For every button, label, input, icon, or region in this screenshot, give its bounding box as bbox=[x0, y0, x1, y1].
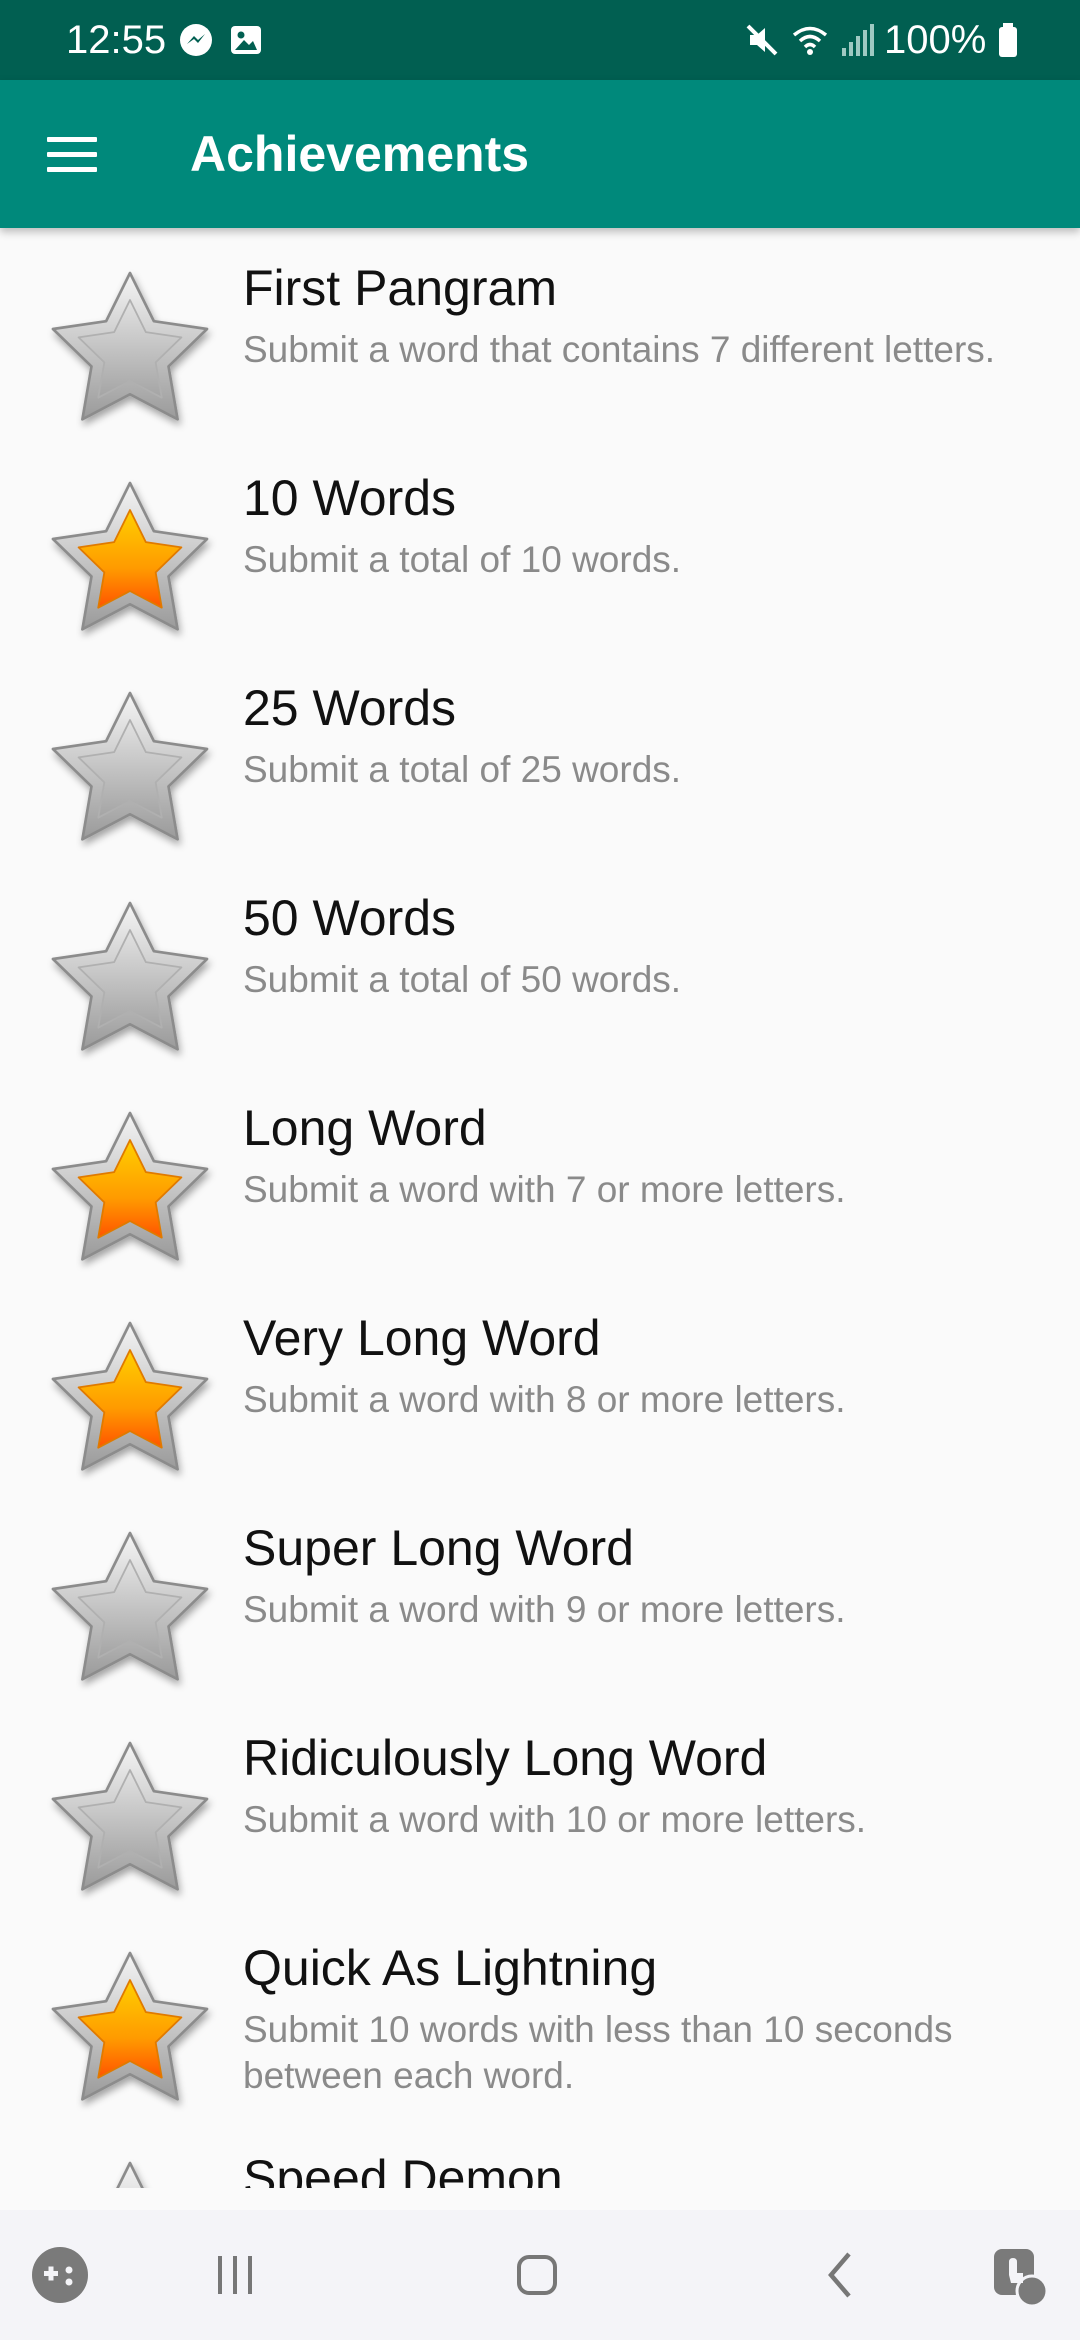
achievement-name: Quick As Lightning bbox=[243, 1940, 658, 1996]
achievement-item[interactable]: Super Long Word Submit a word with 9 or … bbox=[0, 1488, 1080, 1698]
achievement-name: Speed Demon bbox=[243, 2150, 563, 2188]
achievement-description: Submit 10 words with less than 10 second… bbox=[243, 2009, 953, 2096]
achievement-description: Submit a word with 9 or more letters. bbox=[243, 1589, 846, 1630]
star-locked-icon bbox=[40, 264, 220, 444]
achievement-name: First Pangram bbox=[243, 260, 557, 316]
achievement-description: Submit a word with 7 or more letters. bbox=[243, 1169, 846, 1210]
battery-percent: 100% bbox=[884, 18, 987, 62]
achievement-description: Submit a total of 50 words. bbox=[243, 959, 682, 1000]
achievement-name: Ridiculously Long Word bbox=[243, 1730, 768, 1786]
hamburger-menu-icon[interactable] bbox=[30, 114, 114, 194]
achievement-item[interactable]: 10 Words Submit a total of 10 words. bbox=[0, 438, 1080, 648]
achievement-name: Super Long Word bbox=[243, 1520, 634, 1576]
star-unlocked-icon bbox=[40, 1104, 220, 1284]
battery-icon bbox=[999, 23, 1017, 57]
gallery-icon bbox=[231, 26, 261, 54]
achievement-description: Submit a total of 25 words. bbox=[243, 749, 682, 790]
mute-icon bbox=[746, 24, 778, 56]
achievement-description: Submit a word with 10 or more letters. bbox=[243, 1799, 867, 1840]
recents-icon[interactable] bbox=[200, 2240, 270, 2310]
star-unlocked-icon bbox=[40, 474, 220, 654]
back-icon[interactable] bbox=[805, 2240, 875, 2310]
wifi-icon bbox=[792, 26, 828, 55]
achievement-description: Submit a word that contains 7 different … bbox=[243, 329, 996, 370]
game-launcher-icon[interactable] bbox=[25, 2240, 95, 2310]
achievement-name: Long Word bbox=[243, 1100, 487, 1156]
achievement-item[interactable]: First Pangram Submit a word that contain… bbox=[0, 228, 1080, 438]
status-bar: 12:55 100% bbox=[0, 0, 1080, 80]
achievements-list[interactable]: First Pangram Submit a word that contain… bbox=[0, 228, 1080, 2188]
achievement-name: 10 Words bbox=[243, 470, 457, 526]
achievement-item[interactable]: Speed Demon bbox=[0, 2118, 1080, 2188]
assistive-touch-icon[interactable] bbox=[985, 2240, 1055, 2310]
achievement-item[interactable]: Very Long Word Submit a word with 8 or m… bbox=[0, 1278, 1080, 1488]
achievement-item[interactable]: Long Word Submit a word with 7 or more l… bbox=[0, 1068, 1080, 1278]
achievement-item[interactable]: Quick As Lightning Submit 10 words with … bbox=[0, 1908, 1080, 2118]
achievement-description: Submit a total of 10 words. bbox=[243, 539, 682, 580]
achievement-name: Very Long Word bbox=[243, 1310, 601, 1366]
star-locked-icon bbox=[40, 894, 220, 1074]
star-locked-icon bbox=[40, 684, 220, 864]
achievement-name: 50 Words bbox=[243, 890, 457, 946]
achievement-item[interactable]: 50 Words Submit a total of 50 words. bbox=[0, 858, 1080, 1068]
navigation-bar bbox=[0, 2210, 1080, 2340]
star-unlocked-icon bbox=[40, 1944, 220, 2124]
page-title: Achievements bbox=[190, 126, 530, 182]
messenger-icon bbox=[180, 24, 212, 56]
achievement-name: 25 Words bbox=[243, 680, 457, 736]
star-locked-icon bbox=[40, 1734, 220, 1914]
achievement-item[interactable]: 25 Words Submit a total of 25 words. bbox=[0, 648, 1080, 858]
achievement-item[interactable]: Ridiculously Long Word Submit a word wit… bbox=[0, 1698, 1080, 1908]
app-bar: Achievements bbox=[0, 80, 1080, 228]
star-locked-icon bbox=[40, 1524, 220, 1704]
status-time: 12:55 bbox=[66, 18, 167, 62]
star-locked-icon bbox=[40, 2154, 220, 2188]
home-icon[interactable] bbox=[502, 2240, 572, 2310]
signal-icon bbox=[842, 24, 874, 56]
star-unlocked-icon bbox=[40, 1314, 220, 1494]
achievement-description: Submit a word with 8 or more letters. bbox=[243, 1379, 846, 1420]
